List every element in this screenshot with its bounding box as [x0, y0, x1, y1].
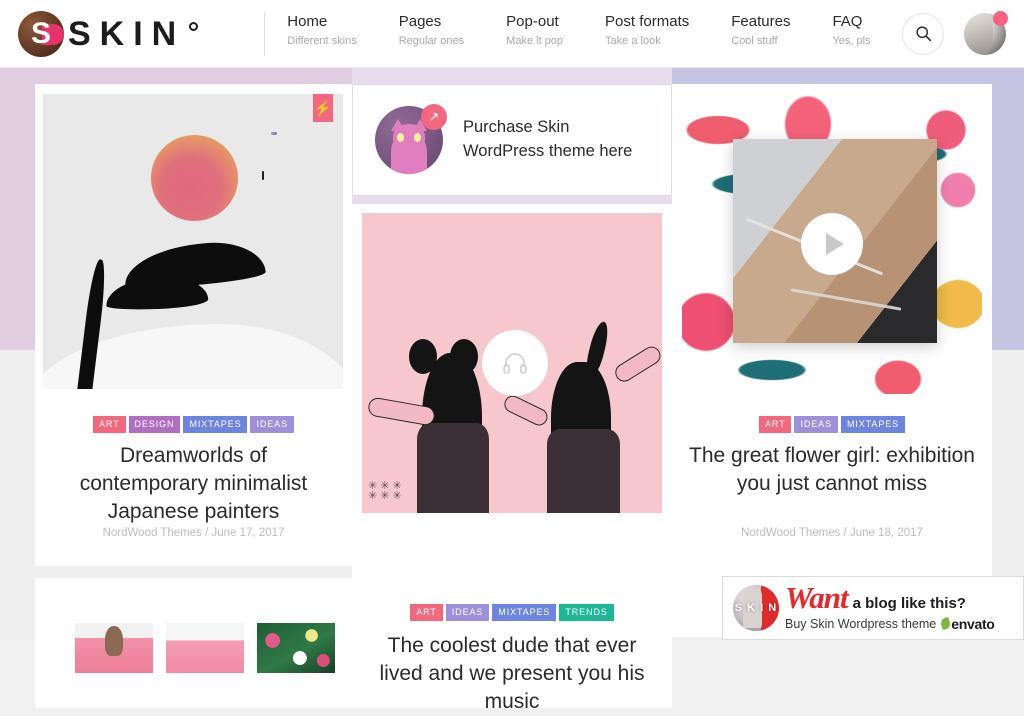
- nav-item-label: FAQ: [832, 12, 870, 32]
- artwork-sun-circle: [151, 135, 238, 221]
- post-card-4-partial[interactable]: [35, 578, 352, 708]
- play-icon: [826, 233, 844, 255]
- nav-item-faq[interactable]: FAQ Yes, pls: [832, 12, 870, 56]
- banner-subtitle-text: Buy Skin Wordpress theme: [785, 617, 936, 631]
- promo-banner[interactable]: ↗ Purchase Skin WordPress theme here: [352, 84, 672, 196]
- external-link-arrow-icon[interactable]: ↗: [421, 104, 447, 130]
- nav-divider: [264, 12, 265, 56]
- post-card-3[interactable]: ART IDEAS MIXTAPES The great flower girl…: [672, 84, 992, 637]
- thumbnail-floral[interactable]: [257, 623, 335, 673]
- tag-art[interactable]: ART: [410, 604, 443, 621]
- nav-item-label: Home: [287, 12, 357, 32]
- header-actions: [902, 13, 1006, 55]
- promo-text[interactable]: Purchase Skin WordPress theme here: [463, 116, 653, 164]
- site-header: S SKIN Home Different skins Pages Regula…: [0, 0, 1024, 68]
- post-3-featured-image[interactable]: [682, 94, 982, 394]
- tag-mixtapes[interactable]: MIXTAPES: [183, 416, 247, 433]
- logo-dot-icon: [189, 22, 198, 31]
- logo-wordmark: SKIN: [68, 15, 185, 53]
- content-grid: ⚡ ART DESIGN MIXTAPES IDEAS Dreamworlds …: [0, 68, 1024, 640]
- tag-ideas[interactable]: IDEAS: [250, 416, 294, 433]
- thumbnail-pink-sweater[interactable]: [166, 623, 244, 673]
- post-3-tags: ART IDEAS MIXTAPES: [672, 416, 992, 433]
- post-1-title[interactable]: Dreamworlds of contemporary minimalist J…: [53, 442, 334, 526]
- nav-item-sublabel: Take a look: [605, 35, 689, 48]
- artwork-speck-color: [271, 132, 277, 135]
- envato-brand-name: envato: [951, 616, 994, 632]
- tag-ideas[interactable]: IDEAS: [446, 604, 490, 621]
- tag-ideas[interactable]: IDEAS: [794, 416, 838, 433]
- banner-subtitle: Buy Skin Wordpress theme envato: [785, 616, 995, 632]
- promo-avatar: ↗: [375, 106, 443, 174]
- nav-item-sublabel: Make it pop: [506, 35, 563, 48]
- product-thumbnails: [75, 623, 335, 673]
- envato-promo-banner[interactable]: S K I N Want a blog like this? Buy Skin …: [722, 576, 1024, 640]
- search-icon: [915, 25, 932, 42]
- main-navigation: Home Different skins Pages Regular ones …: [264, 12, 870, 56]
- figure-arm-raised: [612, 343, 662, 385]
- post-2-title[interactable]: The coolest dude that ever lived and we …: [366, 632, 658, 716]
- search-button[interactable]: [902, 13, 944, 55]
- figure-body: [417, 423, 488, 513]
- post-3-meta: NordWood Themes / June 18, 2017: [672, 527, 992, 539]
- figure-body: [547, 429, 620, 513]
- tag-mixtapes[interactable]: MIXTAPES: [841, 416, 905, 433]
- nav-item-label: Features: [731, 12, 790, 32]
- post-3-author[interactable]: NordWood Themes: [741, 527, 840, 539]
- post-1-featured-image[interactable]: ⚡: [43, 94, 343, 389]
- nav-item-sublabel: Yes, pls: [832, 35, 870, 48]
- banner-headline: Want a blog like this?: [785, 585, 995, 612]
- post-2-featured-image[interactable]: ✳ ✳ ✳✳ ✳ ✳: [362, 213, 662, 513]
- lightning-bolt-icon[interactable]: ⚡: [313, 94, 333, 122]
- headphones-icon: [502, 351, 528, 375]
- banner-body: Want a blog like this? Buy Skin Wordpres…: [785, 585, 995, 632]
- nav-item-pop-out[interactable]: Pop-out Make it pop: [506, 12, 563, 56]
- site-logo[interactable]: S SKIN: [18, 11, 198, 57]
- post-1-meta: NordWood Themes / June 17, 2017: [35, 527, 352, 539]
- user-avatar-button[interactable]: [964, 13, 1006, 55]
- tag-design[interactable]: DESIGN: [129, 416, 181, 433]
- banner-avatar: S K I N: [733, 585, 779, 631]
- post-card-1[interactable]: ⚡ ART DESIGN MIXTAPES IDEAS Dreamworlds …: [35, 84, 352, 566]
- cat-eye-right: [414, 133, 421, 142]
- envato-leaf-icon: [940, 617, 952, 630]
- nav-item-home[interactable]: Home Different skins: [287, 12, 357, 56]
- thumbnail-pink-top[interactable]: [75, 623, 153, 673]
- post-3-title[interactable]: The great flower girl: exhibition you ju…: [682, 442, 982, 498]
- post-2-tags: ART IDEAS MIXTAPES TRENDS: [352, 604, 672, 621]
- post-1-author[interactable]: NordWood Themes: [103, 527, 202, 539]
- post-card-2[interactable]: ✳ ✳ ✳✳ ✳ ✳ ART IDEAS MIXTAPES TRENDS The…: [352, 204, 672, 708]
- logo-mark-icon: S: [18, 11, 64, 57]
- video-play-button[interactable]: [801, 213, 863, 275]
- post-3-date: June 18, 2017: [850, 527, 923, 539]
- tag-trends[interactable]: TRENDS: [559, 604, 613, 621]
- headphones-media-badge[interactable]: [482, 330, 548, 396]
- nav-item-pages[interactable]: Pages Regular ones: [399, 12, 464, 56]
- post-1-tags: ART DESIGN MIXTAPES IDEAS: [35, 416, 352, 433]
- nav-item-features[interactable]: Features Cool stuff: [731, 12, 790, 56]
- banner-avatar-label: S K I N: [733, 585, 779, 631]
- illustration-sparkles: ✳ ✳ ✳✳ ✳ ✳: [368, 481, 402, 501]
- notification-badge: [993, 11, 1008, 26]
- nav-item-post-formats[interactable]: Post formats Take a look: [605, 12, 689, 56]
- post-1-date: June 17, 2017: [212, 527, 285, 539]
- artwork-speck-dark: [262, 171, 264, 180]
- meta-separator: /: [205, 527, 208, 539]
- tag-art[interactable]: ART: [759, 416, 792, 433]
- photo-chain-2: [791, 288, 902, 310]
- logo-letter: S: [18, 11, 64, 57]
- nav-item-label: Pop-out: [506, 12, 563, 32]
- tag-mixtapes[interactable]: MIXTAPES: [492, 604, 556, 621]
- nav-item-sublabel: Different skins: [287, 35, 357, 48]
- nav-item-label: Pages: [399, 12, 464, 32]
- logo-text: SKIN: [68, 17, 198, 51]
- figure-arm-lower: [502, 393, 550, 428]
- nav-item-sublabel: Cool stuff: [731, 35, 790, 48]
- nav-item-label: Post formats: [605, 12, 689, 32]
- banner-want-word: Want: [785, 585, 848, 611]
- meta-separator: /: [844, 527, 847, 539]
- banner-headline-rest: a blog like this?: [853, 595, 966, 612]
- nav-item-sublabel: Regular ones: [399, 35, 464, 48]
- tag-art[interactable]: ART: [93, 416, 126, 433]
